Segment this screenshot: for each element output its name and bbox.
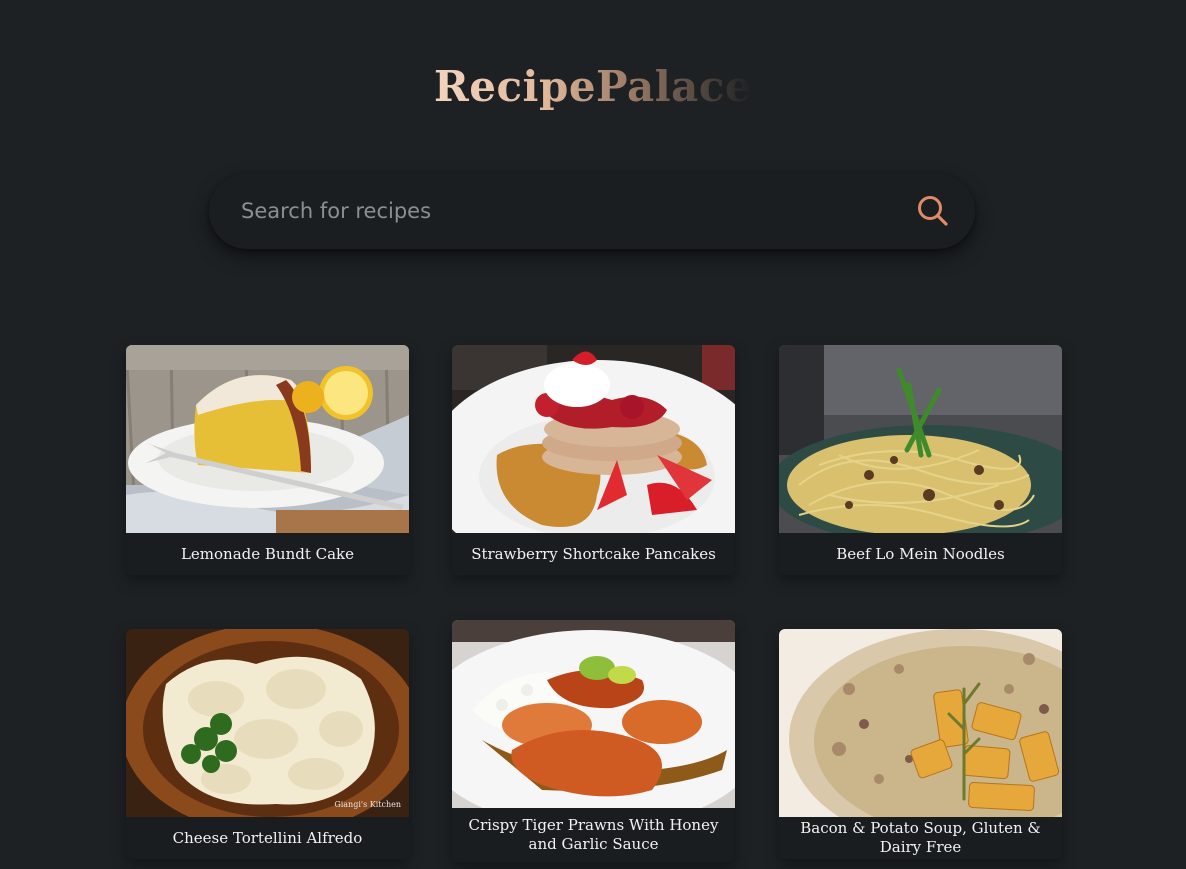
recipe-title[interactable]: Crispy Tiger Prawns With Honey and Garli…: [452, 808, 735, 862]
recipe-image[interactable]: [452, 345, 735, 533]
recipe-image[interactable]: [126, 345, 409, 533]
recipe-image[interactable]: [779, 345, 1062, 533]
recipe-title[interactable]: Lemonade Bundt Cake: [126, 533, 409, 575]
recipe-image[interactable]: Giangi's Kitchen: [126, 629, 409, 817]
recipe-title[interactable]: Bacon & Potato Soup, Gluten & Dairy Free: [779, 817, 1062, 859]
site-logo[interactable]: RecipePalace: [0, 62, 1186, 111]
recipe-card[interactable]: Crispy Tiger Prawns With Honey and Garli…: [452, 620, 735, 862]
recipe-title[interactable]: Beef Lo Mein Noodles: [779, 533, 1062, 575]
recipe-card[interactable]: Beef Lo Mein Noodles: [779, 345, 1062, 575]
search-icon: [916, 194, 950, 228]
recipe-image[interactable]: [779, 629, 1062, 817]
recipe-page: RecipePalace Search for recipes Lemonade…: [0, 0, 1186, 869]
recipe-card[interactable]: Bacon & Potato Soup, Gluten & Dairy Free: [779, 629, 1062, 859]
search-bar: [209, 173, 975, 249]
recipe-title[interactable]: Strawberry Shortcake Pancakes: [452, 533, 735, 575]
recipe-card[interactable]: Strawberry Shortcake Pancakes: [452, 345, 735, 575]
search-button[interactable]: [913, 191, 953, 231]
recipe-image[interactable]: [452, 620, 735, 808]
recipe-card[interactable]: Lemonade Bundt Cake: [126, 345, 409, 575]
recipe-title[interactable]: Cheese Tortellini Alfredo: [126, 817, 409, 859]
recipe-card[interactable]: Giangi's Kitchen Cheese Tortellini Alfre…: [126, 629, 409, 859]
image-watermark: Giangi's Kitchen: [334, 800, 401, 809]
search-input[interactable]: [241, 173, 881, 249]
